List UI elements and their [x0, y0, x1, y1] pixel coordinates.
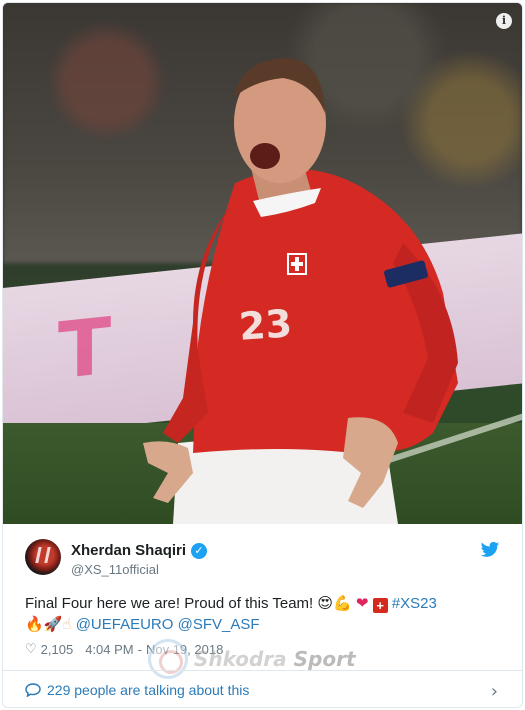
watermark-text: Shkodra Sport [194, 647, 356, 671]
flexed-biceps-emoji-icon: 💪 [333, 594, 352, 612]
info-icon[interactable]: i [496, 13, 512, 29]
fire-emoji-icon: 🔥 [25, 615, 44, 633]
date-separator: - [137, 642, 142, 657]
hashtag-link[interactable]: #XS23 [392, 595, 437, 612]
tweet-text: Final Four here we are! Proud of this Te… [25, 593, 500, 635]
heart-icon[interactable]: ♡ [25, 642, 37, 657]
author-handle[interactable]: @XS_11official [71, 562, 159, 577]
chevron-right-icon[interactable]: › [491, 681, 498, 702]
pointing-up-emoji-icon: ☝ [62, 615, 72, 633]
speech-bubble-icon [25, 683, 41, 697]
twitter-bird-icon[interactable] [480, 541, 500, 559]
red-heart-emoji-icon: ❤ [355, 594, 369, 612]
avatar[interactable] [25, 539, 61, 575]
tweet-text-main: Final Four here we are! Proud of this Te… [25, 595, 314, 612]
tweet-time[interactable]: 4:04 PM [85, 642, 133, 657]
mention-link-uefaeuro[interactable]: @UEFAEURO [76, 616, 174, 633]
watermark-word-1: Shkodra [194, 647, 287, 671]
avatar-logo [35, 547, 51, 563]
heart-eyes-emoji-icon: 😍 [317, 594, 334, 612]
jersey-number: 23 [237, 301, 294, 349]
conversation-link[interactable]: 229 people are talking about this [47, 682, 249, 698]
author-row[interactable]: Xherdan Shaqiri ✓ [71, 542, 208, 559]
mention-link-sfv-asf[interactable]: @SFV_ASF [178, 616, 260, 633]
tweet-photo[interactable]: T 23 i [3, 3, 522, 524]
author-name[interactable]: Xherdan Shaqiri [71, 542, 186, 559]
tweet-body: Xherdan Shaqiri ✓ @XS_11official Final F… [3, 524, 522, 679]
watermark-word-2: Sport [293, 647, 356, 671]
rocket-emoji-icon: 🚀 [43, 615, 63, 633]
conversation-footer[interactable]: 229 people are talking about this › [3, 670, 522, 707]
verified-badge-icon: ✓ [191, 542, 208, 559]
swiss-flag-emoji-icon: + [372, 598, 388, 613]
embedded-tweet-card: T 23 i Xherdan Shaqiri ✓ @XS_11official … [2, 2, 523, 708]
player-figure [143, 58, 458, 524]
like-count[interactable]: 2,105 [41, 642, 74, 657]
